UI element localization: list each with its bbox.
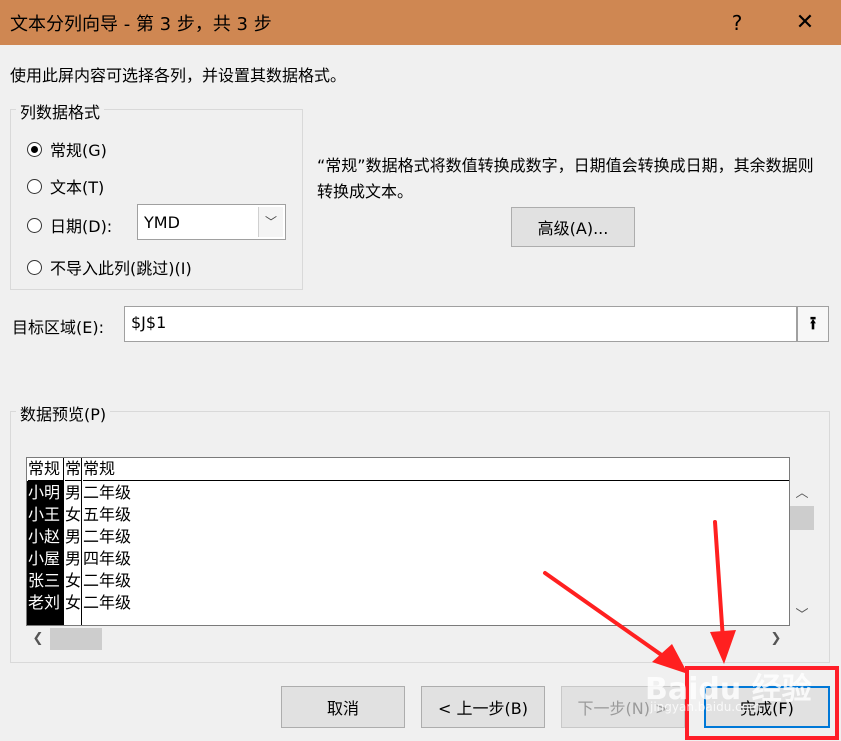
chevron-down-icon[interactable]: ﹀ — [792, 604, 812, 623]
radio-date-indicator[interactable] — [27, 217, 42, 233]
radio-general-label: 常规(G) — [50, 141, 107, 160]
column-divider — [81, 458, 82, 625]
preview-header-1[interactable]: 常规 — [28, 458, 63, 481]
radio-skip-indicator[interactable] — [27, 259, 42, 275]
preview-cell: 二年级 — [83, 571, 132, 590]
preview-cell: 男 — [65, 483, 82, 502]
preview-cell: 男 — [65, 549, 82, 568]
radio-text[interactable]: 文本(T) — [27, 174, 104, 198]
target-range-input[interactable]: $J$1 — [124, 306, 797, 342]
next-button[interactable]: 下一步(N) > — [561, 686, 685, 728]
vertical-scroll-thumb[interactable] — [790, 506, 814, 530]
radio-skip-label: 不导入此列(跳过)(I) — [50, 259, 192, 278]
help-button[interactable]: ? — [722, 8, 752, 38]
preview-cell: 女 — [65, 505, 82, 524]
radio-text-label: 文本(T) — [50, 178, 105, 197]
target-range-value: $J$1 — [131, 313, 167, 332]
preview-horizontal-scrollbar[interactable]: ❮ ❯ — [26, 626, 790, 652]
data-preview[interactable]: 常规 常 常规 小明 男 二年级 小王 女 五年级 小赵 男 二年级 小屋 男 … — [26, 457, 790, 626]
chevron-left-icon[interactable]: ❮ — [28, 631, 48, 646]
wizard-description: 使用此屏内容可选择各列，并设置其数据格式。 — [10, 66, 347, 85]
advanced-button[interactable]: 高级(A)... — [511, 207, 635, 247]
title-bar: 文本分列向导 - 第 3 步，共 3 步 ? ✕ — [0, 0, 841, 45]
chevron-right-icon[interactable]: ❯ — [766, 631, 786, 646]
preview-cell: 四年级 — [83, 549, 132, 568]
preview-cell: 女 — [65, 593, 82, 612]
finish-button[interactable]: 完成(F) — [704, 686, 830, 728]
radio-date-label: 日期(D): — [50, 217, 113, 236]
date-format-value: YMD — [144, 213, 180, 232]
preview-cell: 二年级 — [83, 483, 132, 502]
radio-text-indicator[interactable] — [27, 178, 42, 194]
target-range-label: 目标区域(E): — [12, 318, 104, 337]
date-format-select[interactable]: YMD ﹀ — [137, 204, 286, 240]
column-format-label: 列数据格式 — [16, 99, 105, 123]
horizontal-scroll-thumb[interactable] — [50, 628, 102, 650]
preview-cell: 小王 — [28, 505, 61, 524]
preview-cell: 女 — [65, 571, 82, 590]
preview-cell: 小赵 — [28, 527, 61, 546]
preview-header-3[interactable]: 常规 — [83, 458, 789, 481]
preview-cell: 男 — [65, 527, 82, 546]
radio-general-indicator[interactable] — [27, 141, 42, 157]
column-divider — [63, 458, 64, 625]
format-info-text: “常规”数据格式将数值转换成数字，日期值会转换成日期，其余数据则转换成文本。 — [317, 156, 814, 201]
preview-label: 数据预览(P) — [16, 401, 111, 425]
back-button[interactable]: < 上一步(B) — [421, 686, 545, 728]
preview-cell: 老刘 — [28, 593, 61, 612]
chevron-down-icon[interactable]: ﹀ — [258, 207, 283, 237]
preview-cell: 小明 — [28, 483, 61, 502]
radio-general[interactable]: 常规(G) — [27, 137, 107, 161]
radio-skip[interactable]: 不导入此列(跳过)(I) — [27, 255, 192, 279]
preview-cell: 小屋 — [28, 549, 61, 568]
radio-date[interactable]: 日期(D): — [27, 213, 112, 237]
preview-cell: 五年级 — [83, 505, 132, 524]
preview-cell: 二年级 — [83, 593, 132, 612]
preview-cell: 张三 — [28, 571, 61, 590]
preview-cell: 二年级 — [83, 527, 132, 546]
cancel-button[interactable]: 取消 — [281, 686, 405, 728]
close-button[interactable]: ✕ — [790, 8, 820, 38]
collapse-dialog-icon[interactable]: ⭱ — [797, 306, 829, 342]
preview-header-2[interactable]: 常 — [65, 458, 81, 481]
window-title: 文本分列向导 - 第 3 步，共 3 步 — [10, 14, 272, 35]
preview-vertical-scrollbar[interactable]: ︿ ﹀ — [790, 480, 814, 626]
chevron-up-icon[interactable]: ︿ — [792, 482, 812, 501]
